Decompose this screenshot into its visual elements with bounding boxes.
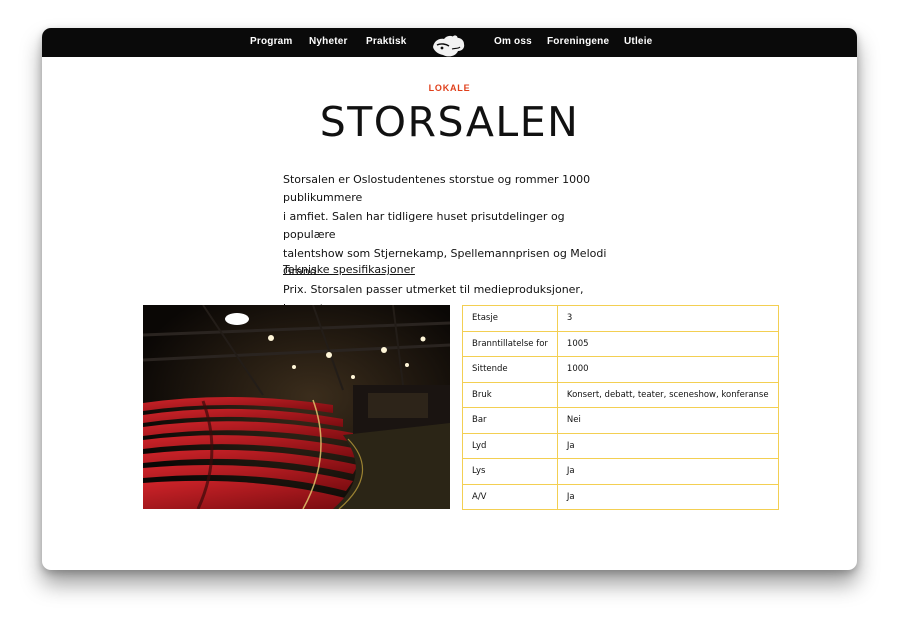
spec-key: A/V xyxy=(462,483,558,510)
table-row: Lyd Ja xyxy=(462,432,779,459)
spec-value: Ja xyxy=(556,432,779,459)
table-row: A/V Ja xyxy=(462,483,779,510)
top-navigation: Program Nyheter Praktisk Om oss Forening… xyxy=(42,28,857,57)
spec-value: Ja xyxy=(556,458,779,485)
spec-key: Etasje xyxy=(462,305,558,332)
bear-head-icon[interactable] xyxy=(429,32,469,58)
browser-window: Program Nyheter Praktisk Om oss Forening… xyxy=(42,28,857,570)
spec-key: Lyd xyxy=(462,432,558,459)
intro-line: Storsalen er Oslostudentenes storstue og… xyxy=(283,173,591,205)
table-row: Sittende 1000 xyxy=(462,356,779,383)
spec-key: Lys xyxy=(462,458,558,485)
table-row: Bruk Konsert, debatt, teater, sceneshow, … xyxy=(462,381,779,408)
table-row: Bar Nei xyxy=(462,407,779,434)
nav-link-utleie[interactable]: Utleie xyxy=(624,36,652,47)
section-label: LOKALE xyxy=(428,83,471,93)
spec-value: 3 xyxy=(556,305,779,332)
nav-link-om-oss[interactable]: Om oss xyxy=(494,36,532,47)
nav-link-nyheter[interactable]: Nyheter xyxy=(309,36,348,47)
page-title: STORSALEN xyxy=(319,98,580,146)
intro-line: i amfiet. Salen har tidligere huset pris… xyxy=(283,209,565,242)
nav-link-praktisk[interactable]: Praktisk xyxy=(366,36,407,47)
spec-value: Nei xyxy=(556,407,779,434)
spec-key: Sittende xyxy=(462,356,558,383)
table-row: Branntillatelse for 1005 xyxy=(462,330,779,357)
spec-key: Bruk xyxy=(462,381,558,408)
spec-value: Konsert, debatt, teater, sceneshow, konf… xyxy=(556,381,779,408)
specs-table: Etasje 3 Branntillatelse for 1005 Sittende… xyxy=(462,305,779,510)
table-row: Etasje 3 xyxy=(462,305,779,332)
spec-key: Bar xyxy=(462,407,558,434)
nav-link-program[interactable]: Program xyxy=(250,36,293,47)
spec-key: Branntillatelse for xyxy=(462,330,558,357)
spec-value: 1005 xyxy=(556,330,779,357)
venue-photo xyxy=(143,305,450,509)
nav-link-foreningene[interactable]: Foreningene xyxy=(547,36,609,47)
table-row: Lys Ja xyxy=(462,458,779,485)
technical-specs-link[interactable]: Tekniske spesifikasjoner xyxy=(283,263,415,276)
spec-value: 1000 xyxy=(556,356,779,383)
spec-value: Ja xyxy=(556,483,779,510)
